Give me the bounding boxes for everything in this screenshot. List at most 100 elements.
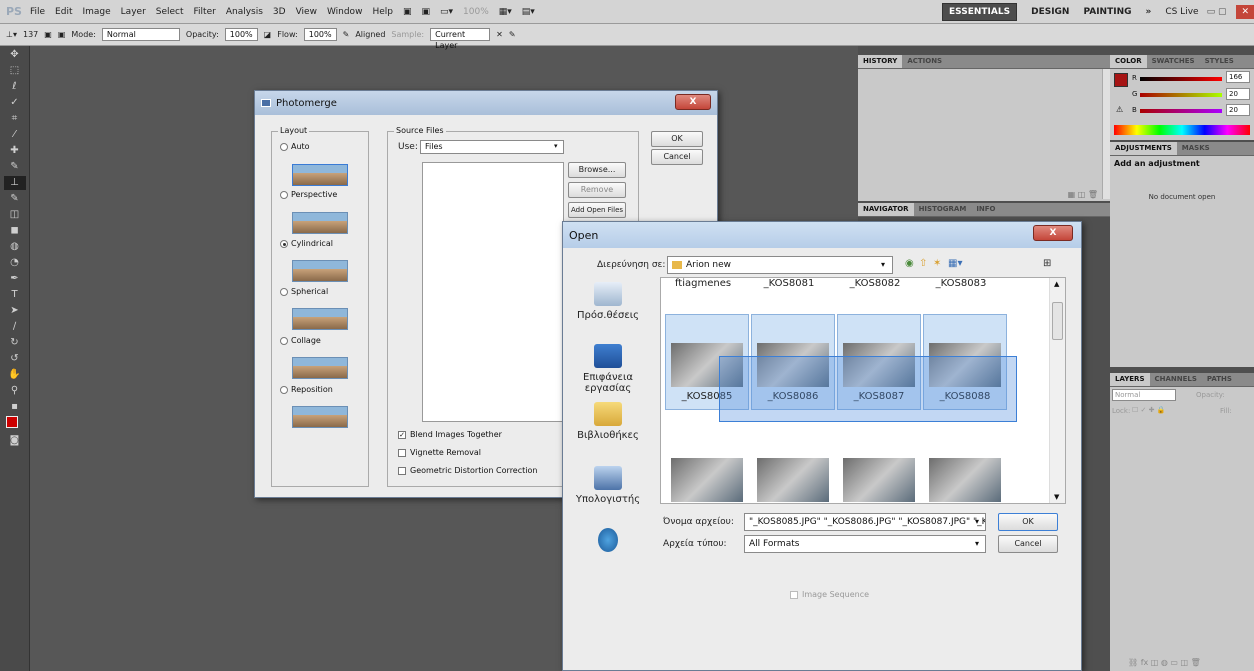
color-r-slider[interactable] bbox=[1140, 77, 1222, 81]
place-desktop[interactable]: Επιφάνεια εργασίας bbox=[569, 344, 647, 394]
lasso-tool-icon[interactable]: ℓ bbox=[4, 80, 26, 94]
zoom-level[interactable]: 100% bbox=[463, 7, 489, 17]
flow-input[interactable]: 100% bbox=[303, 28, 337, 41]
pressure-size-icon[interactable]: ✎ bbox=[509, 30, 516, 39]
window-controls[interactable]: ▭ ▢ bbox=[1207, 7, 1227, 17]
scroll-thumb[interactable] bbox=[1052, 302, 1063, 340]
menu-analysis[interactable]: Analysis bbox=[226, 7, 263, 17]
tab-paths[interactable]: PATHS bbox=[1202, 373, 1237, 386]
foreground-color-swatch[interactable] bbox=[6, 416, 18, 428]
scroll-down-icon[interactable]: ▼ bbox=[1054, 493, 1059, 501]
tab-history[interactable]: HISTORY bbox=[858, 55, 903, 68]
airbrush-icon[interactable]: ✎ bbox=[343, 30, 350, 39]
blend-images-checkbox[interactable]: ✓ Blend Images Together bbox=[398, 430, 502, 439]
layer-lock-icons[interactable]: ☐ ✓ ✚ 🔒 bbox=[1132, 406, 1165, 414]
tab-layers[interactable]: LAYERS bbox=[1110, 373, 1150, 386]
screen-mode-icon[interactable]: ▤▾ bbox=[522, 7, 535, 17]
quick-mask-icon[interactable]: ◙ bbox=[4, 434, 26, 448]
open-close-button[interactable]: X bbox=[1033, 225, 1073, 241]
file-list-scrollbar[interactable]: ▲ ▼ bbox=[1049, 278, 1065, 503]
place-network[interactable] bbox=[569, 528, 647, 556]
pressure-opacity-icon[interactable]: ◪ bbox=[264, 30, 272, 39]
menu-image[interactable]: Image bbox=[82, 7, 110, 17]
use-select[interactable]: Files bbox=[420, 140, 564, 154]
color-g-slider[interactable] bbox=[1140, 93, 1222, 97]
open-ok-button[interactable]: OK bbox=[998, 513, 1058, 531]
menu-help[interactable]: Help bbox=[372, 7, 393, 17]
add-open-files-button[interactable]: Add Open Files bbox=[568, 202, 626, 218]
tab-info[interactable]: INFO bbox=[971, 203, 1000, 216]
remove-button[interactable]: Remove bbox=[568, 182, 626, 198]
tab-actions[interactable]: ACTIONS bbox=[902, 55, 947, 68]
layout-cylindrical-radio[interactable]: Cylindrical bbox=[280, 239, 333, 248]
close-window-icon[interactable]: ✕ bbox=[1236, 4, 1254, 19]
up-folder-icon[interactable]: ⇧ bbox=[919, 258, 927, 269]
dodge-tool-icon[interactable]: ◔ bbox=[4, 256, 26, 270]
healing-brush-tool-icon[interactable]: ✚ bbox=[4, 144, 26, 158]
history-footer-icons[interactable]: ▦ ◫ 🗑 bbox=[1068, 190, 1098, 199]
menu-layer[interactable]: Layer bbox=[121, 7, 146, 17]
menu-3d[interactable]: 3D bbox=[273, 7, 286, 17]
look-in-dropdown-icon[interactable]: ▾ bbox=[881, 260, 885, 269]
new-folder-icon[interactable]: ✶ bbox=[933, 258, 941, 269]
list-item[interactable]: ftiagmenes bbox=[661, 278, 745, 289]
browse-button[interactable]: Browse... bbox=[568, 162, 626, 178]
layout-spherical-radio[interactable]: Spherical bbox=[280, 287, 328, 296]
open-cancel-button[interactable]: Cancel bbox=[998, 535, 1058, 553]
filetype-select[interactable]: All Formats bbox=[744, 535, 986, 553]
3d-rotate-tool-icon[interactable]: ↻ bbox=[4, 336, 26, 350]
toggle-brush-panel-icon[interactable]: ▣ bbox=[44, 30, 52, 39]
eyedropper-tool-icon[interactable]: ⁄ bbox=[4, 128, 26, 142]
clone-stamp-tool-icon[interactable]: ⊥▾ bbox=[6, 30, 17, 39]
tab-styles[interactable]: STYLES bbox=[1200, 55, 1239, 68]
place-libraries[interactable]: Βιβλιοθήκες bbox=[569, 402, 647, 441]
image-sequence-checkbox[interactable]: Image Sequence bbox=[790, 590, 869, 599]
arrange-documents-icon[interactable]: ▦▾ bbox=[499, 7, 512, 17]
aligned-checkbox[interactable]: Aligned bbox=[355, 30, 385, 39]
color-b-slider[interactable] bbox=[1140, 109, 1222, 113]
tab-channels[interactable]: CHANNELS bbox=[1150, 373, 1202, 386]
history-scrollbar[interactable] bbox=[1102, 69, 1110, 199]
tab-histogram[interactable]: HISTOGRAM bbox=[914, 203, 972, 216]
list-item[interactable]: _KOS8083 bbox=[919, 278, 1003, 289]
sample-select[interactable]: Current Layer bbox=[430, 28, 491, 50]
color-r-input[interactable]: 166 bbox=[1226, 71, 1250, 83]
use-dropdown-icon[interactable]: ▾ bbox=[554, 142, 558, 150]
filename-input[interactable]: "_KOS8085.JPG" "_KOS8086.JPG" "_KOS8087.… bbox=[744, 513, 986, 531]
filetype-dropdown-icon[interactable]: ▾ bbox=[975, 539, 979, 548]
crop-tool-icon[interactable]: ⌗ bbox=[4, 112, 26, 126]
file-item[interactable] bbox=[923, 458, 1007, 503]
place-computer[interactable]: Υπολογιστής bbox=[569, 466, 647, 505]
color-spectrum-bar[interactable] bbox=[1114, 125, 1250, 135]
color-g-input[interactable]: 20 bbox=[1226, 88, 1250, 100]
path-selection-tool-icon[interactable]: ➤ bbox=[4, 304, 26, 318]
cs-live-button[interactable]: CS Live bbox=[1165, 7, 1198, 17]
photomerge-ok-button[interactable]: OK bbox=[651, 131, 703, 147]
arrange-icon[interactable]: ▭▾ bbox=[440, 7, 453, 17]
brush-size[interactable]: 137 bbox=[23, 30, 38, 39]
place-recent[interactable]: Πρόσ.θέσεις bbox=[569, 282, 647, 321]
layout-perspective-radio[interactable]: Perspective bbox=[280, 190, 337, 199]
default-colors-icon[interactable]: ▪ bbox=[4, 400, 26, 414]
blur-tool-icon[interactable]: ◍ bbox=[4, 240, 26, 254]
launch-bridge-icon[interactable]: ▣ bbox=[403, 7, 412, 17]
pen-tool-icon[interactable]: ✒ bbox=[4, 272, 26, 286]
layer-blend-mode-select[interactable]: Normal bbox=[1112, 389, 1176, 401]
geometric-distortion-checkbox[interactable]: Geometric Distortion Correction bbox=[398, 466, 537, 475]
source-files-list[interactable] bbox=[422, 162, 564, 422]
layers-footer-icons[interactable]: ⛓ fx ◫ ◍ ▭ ◫ 🗑 bbox=[1128, 658, 1201, 667]
menu-view[interactable]: View bbox=[296, 7, 317, 17]
menu-filter[interactable]: Filter bbox=[194, 7, 216, 17]
tab-adjustments[interactable]: ADJUSTMENTS bbox=[1110, 142, 1177, 155]
tab-swatches[interactable]: SWATCHES bbox=[1147, 55, 1200, 68]
workspace-essentials[interactable]: ESSENTIALS bbox=[942, 2, 1018, 21]
filename-dropdown-icon[interactable]: ▾ bbox=[975, 517, 979, 526]
list-item[interactable]: _KOS8081 bbox=[747, 278, 831, 289]
bridge-icon[interactable]: ⊞ bbox=[1043, 258, 1051, 269]
menu-file[interactable]: File bbox=[30, 7, 45, 17]
eraser-tool-icon[interactable]: ◫ bbox=[4, 208, 26, 222]
workspace-more[interactable]: » bbox=[1146, 7, 1152, 17]
look-in-select[interactable]: Arion new bbox=[667, 256, 893, 274]
tab-masks[interactable]: MASKS bbox=[1177, 142, 1215, 155]
tab-color[interactable]: COLOR bbox=[1110, 55, 1147, 68]
